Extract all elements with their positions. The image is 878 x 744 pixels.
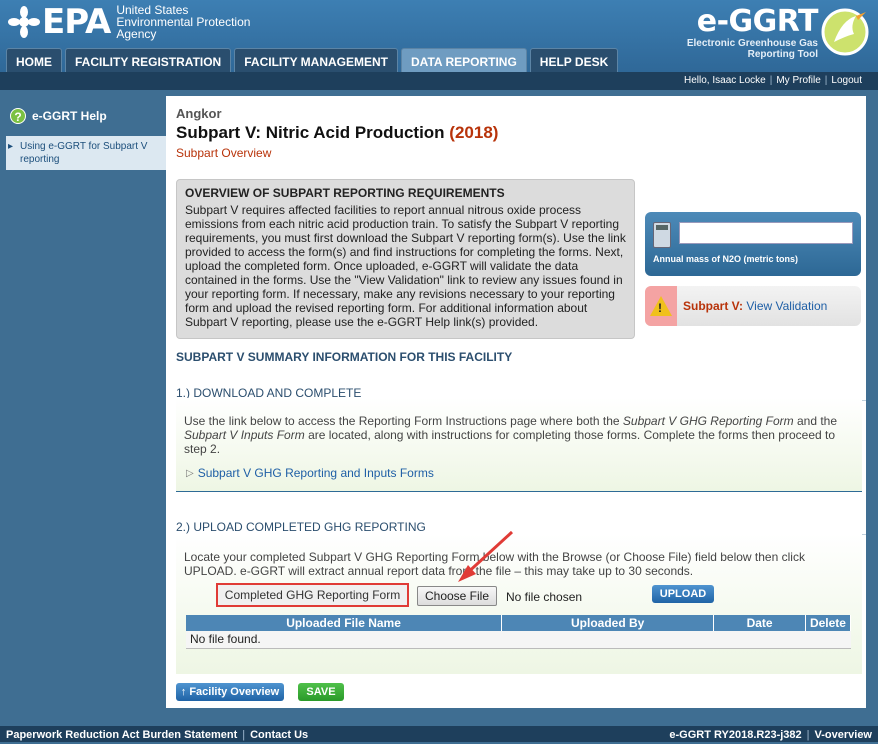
no-file-found-text: No file found.: [186, 631, 851, 649]
user-bar: Hello, Isaac Locke | My Profile | Logout: [0, 72, 878, 90]
main-content: Angkor Subpart V: Nitric Acid Production…: [166, 96, 866, 708]
contact-us-link[interactable]: Contact Us: [250, 729, 308, 741]
page-id-text: V-overview: [814, 729, 872, 741]
epa-wordmark: EPA: [42, 2, 111, 42]
overview-panel: OVERVIEW OF SUBPART REPORTING REQUIREMEN…: [176, 179, 635, 339]
eggrt-title: e-GGRT: [696, 4, 819, 39]
user-greeting: Hello, Isaac Locke: [684, 75, 766, 86]
tab-help-desk[interactable]: HELP DESK: [529, 48, 619, 72]
section2-panel: Locate your completed Subpart V GHG Repo…: [176, 534, 862, 674]
annual-n2o-label: Annual mass of N2O (metric tons): [653, 254, 799, 264]
eggrt-bird-logo-icon: [821, 8, 869, 56]
col-delete: Delete: [805, 615, 852, 631]
eggrt-subtitle: Electronic Greenhouse Gas Reporting Tool: [686, 38, 818, 60]
main-nav-tabs: HOME FACILITY REGISTRATION FACILITY MANA…: [6, 48, 621, 72]
annual-n2o-field: [679, 222, 853, 244]
col-uploaded-by: Uploaded By: [501, 615, 715, 631]
paperwork-link[interactable]: Paperwork Reduction Act Burden Statement: [6, 729, 237, 741]
choose-file-button[interactable]: Choose File: [417, 586, 497, 606]
facility-overview-button[interactable]: ↑ Facility Overview: [176, 683, 284, 701]
site-footer: Paperwork Reduction Act Burden Statement…: [0, 726, 878, 742]
reporting-year: (2018): [449, 123, 499, 142]
upload-button[interactable]: UPLOAD: [652, 585, 714, 603]
uploaded-files-table: Uploaded File Name Uploaded By Date Dele…: [186, 615, 852, 649]
epa-agency-name: United States Environmental Protection A…: [116, 3, 251, 41]
epa-logo[interactable]: EPA United States Environmental Protecti…: [8, 4, 250, 40]
no-file-chosen-text: No file chosen: [506, 590, 583, 604]
facility-name: Angkor: [176, 106, 222, 121]
save-button[interactable]: SAVE: [298, 683, 344, 701]
tab-data-reporting[interactable]: DATA REPORTING: [401, 48, 527, 72]
section2-text: Locate your completed Subpart V GHG Repo…: [184, 550, 805, 578]
col-date: Date: [713, 615, 806, 631]
annual-n2o-panel: Annual mass of N2O (metric tons): [645, 212, 861, 276]
warning-icon: !: [650, 296, 672, 316]
table-row: No file found.: [186, 631, 851, 649]
help-sidebar: ? e-GGRT Help Using e-GGRT for Subpart V…: [0, 96, 166, 708]
logout-link[interactable]: Logout: [831, 75, 862, 86]
col-uploaded-file-name: Uploaded File Name: [186, 615, 503, 631]
validation-text: Subpart V: View Validation: [683, 299, 828, 313]
my-profile-link[interactable]: My Profile: [776, 75, 820, 86]
validation-panel: ! Subpart V: View Validation: [645, 286, 861, 326]
overview-text: Subpart V requires affected facilities t…: [185, 203, 626, 329]
sidebar-help-title: e-GGRT Help: [32, 109, 107, 123]
warning-box: !: [645, 286, 677, 326]
view-validation-link[interactable]: View Validation: [746, 299, 827, 313]
reporting-form-field-label: Completed GHG Reporting Form: [216, 583, 409, 607]
page-subtitle: Subpart Overview: [176, 146, 272, 160]
tab-facility-management[interactable]: FACILITY MANAGEMENT: [234, 48, 399, 72]
sidebar-item-subpart-v-help[interactable]: Using e-GGRT for Subpart V reporting: [6, 136, 166, 170]
section1-panel: Use the link below to access the Reporti…: [176, 398, 862, 492]
calculator-icon: [653, 222, 671, 248]
link-arrow-icon: ▷: [186, 467, 194, 479]
tab-home[interactable]: HOME: [6, 48, 62, 72]
sidebar-help-header: ? e-GGRT Help: [0, 96, 166, 136]
page-title: Subpart V: Nitric Acid Production (2018): [176, 123, 499, 142]
tab-facility-registration[interactable]: FACILITY REGISTRATION: [65, 48, 232, 72]
forms-link[interactable]: ▷ Subpart V GHG Reporting and Inputs For…: [186, 466, 434, 480]
epa-flower-icon: [8, 6, 40, 38]
summary-heading: SUBPART V SUMMARY INFORMATION FOR THIS F…: [176, 350, 513, 364]
section1-text: Use the link below to access the Reporti…: [184, 414, 838, 456]
help-question-icon: ?: [10, 108, 26, 124]
version-text: e-GGRT RY2018.R23-j382: [669, 729, 802, 741]
overview-heading: OVERVIEW OF SUBPART REPORTING REQUIREMEN…: [185, 186, 505, 200]
eggrt-brand: e-GGRT Electronic Greenhouse Gas Reporti…: [686, 4, 819, 61]
site-header: EPA United States Environmental Protecti…: [0, 0, 878, 72]
